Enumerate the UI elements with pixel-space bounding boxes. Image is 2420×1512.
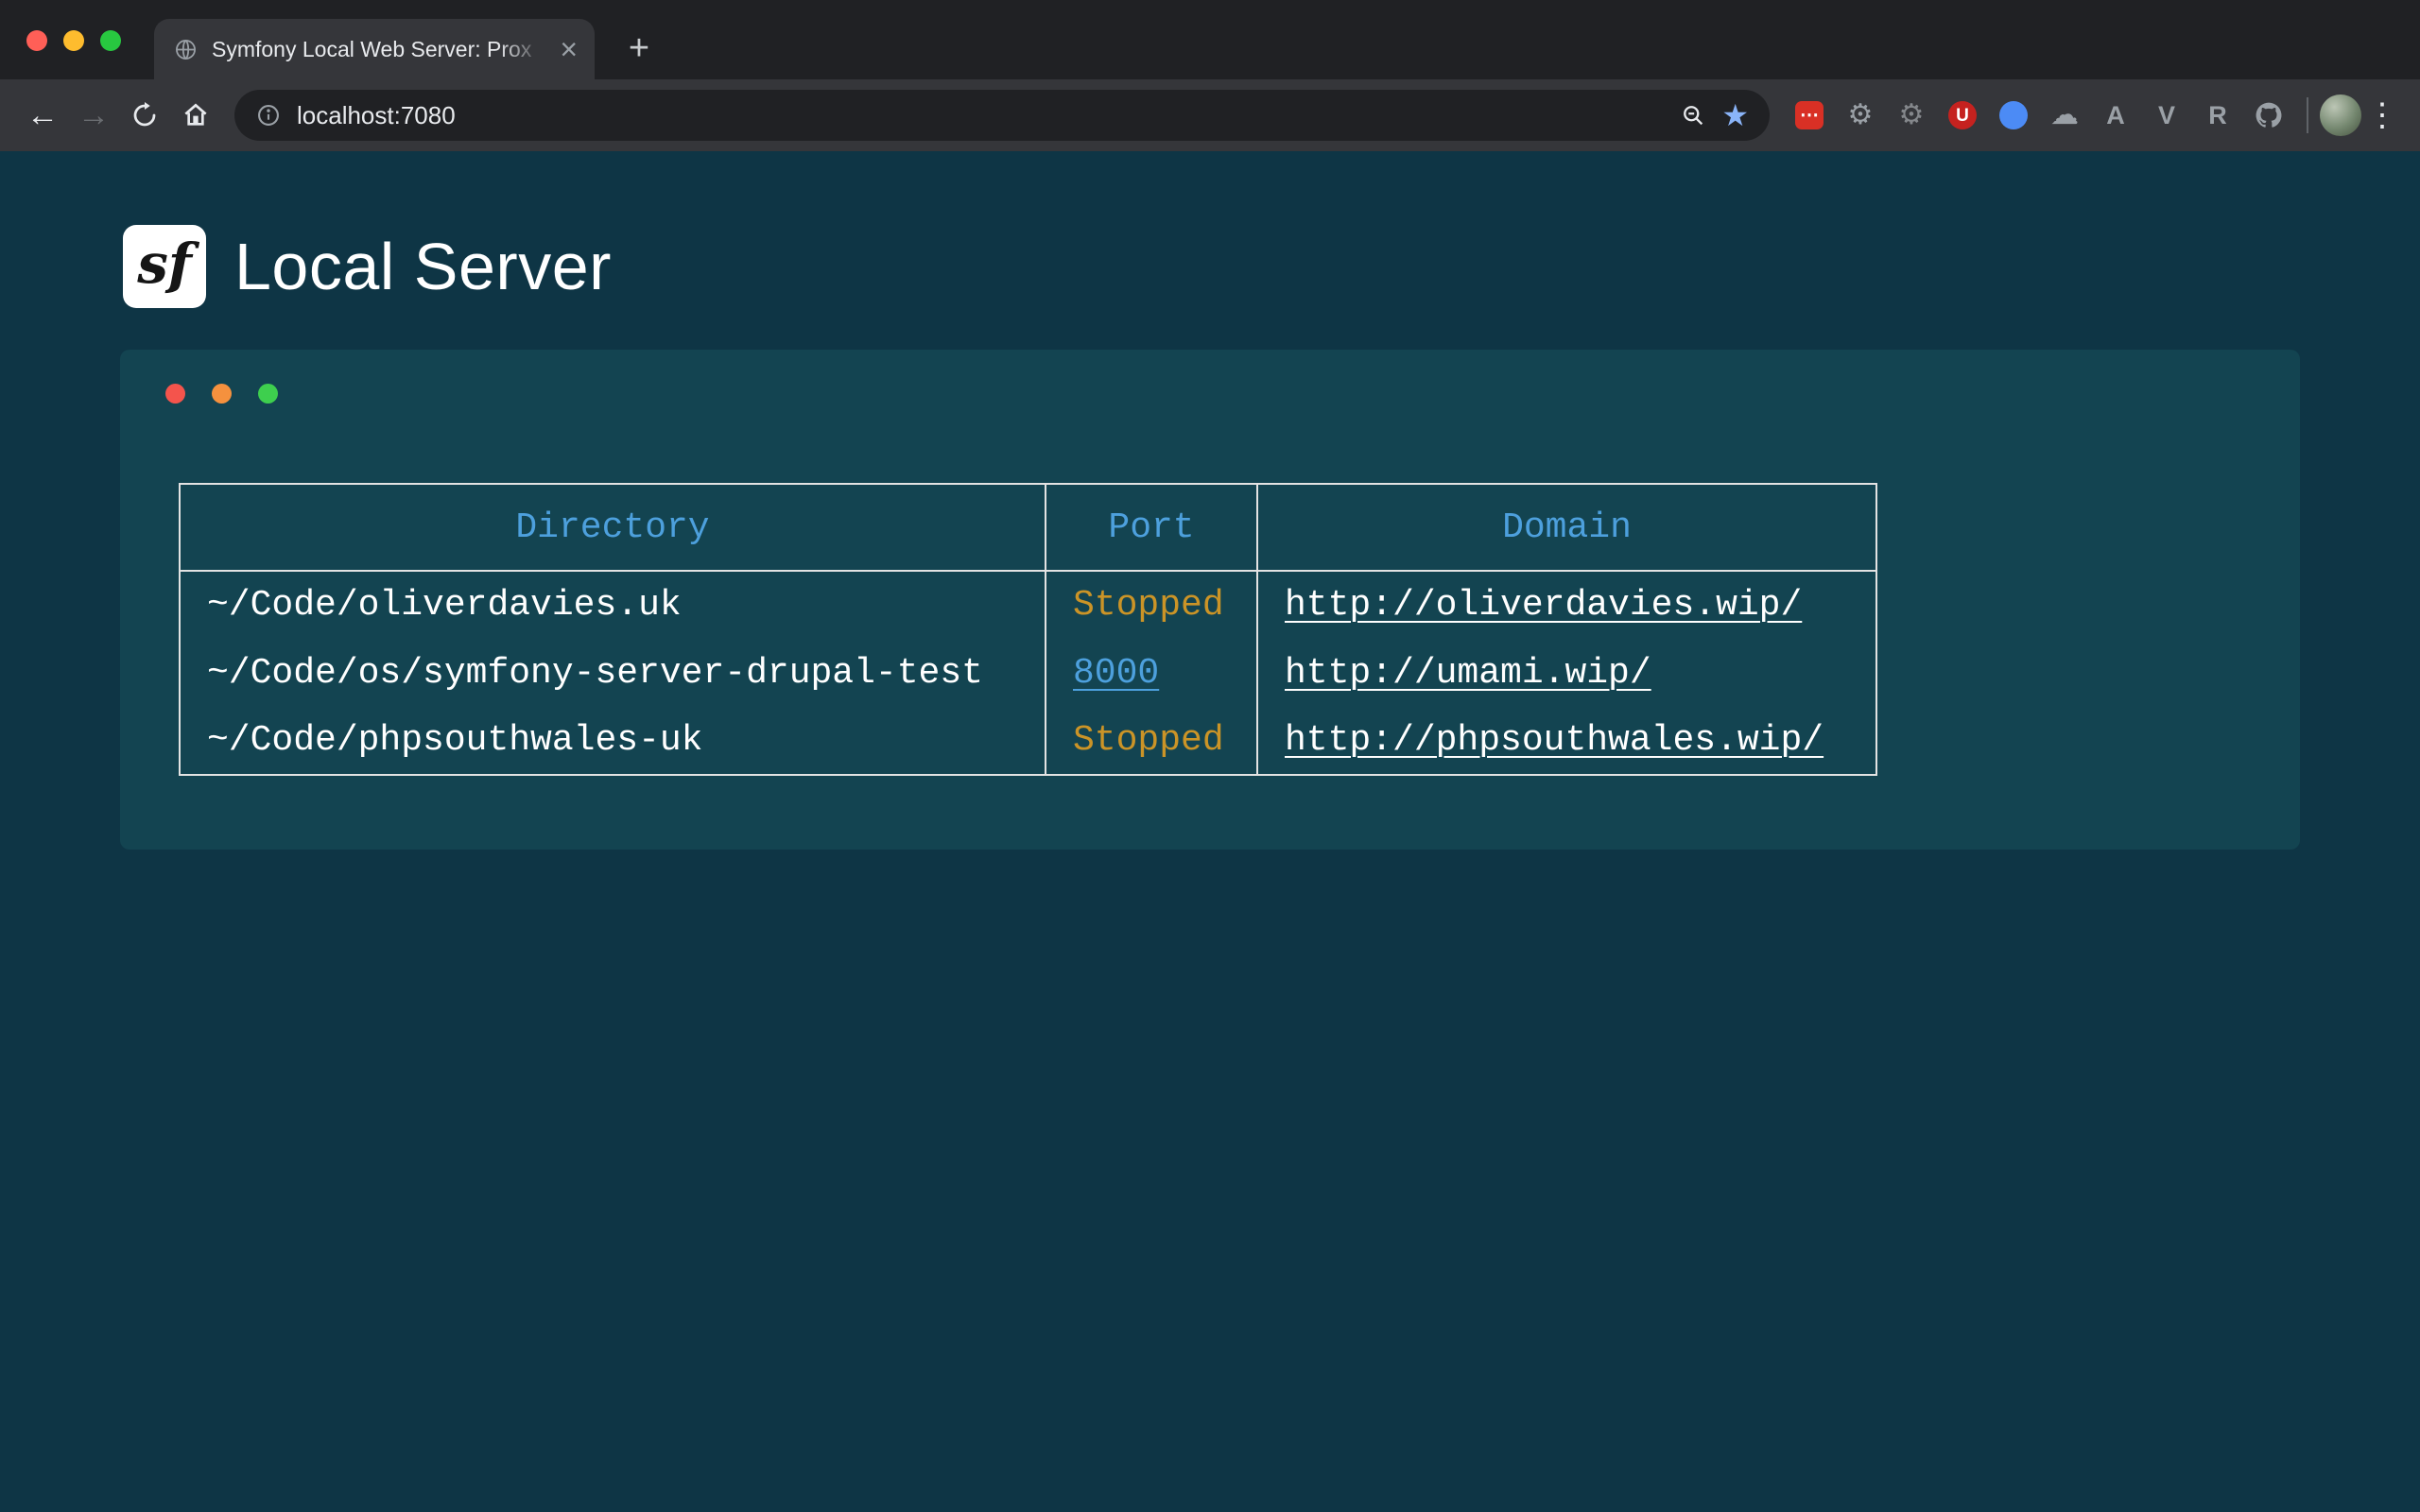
panel-window-dots xyxy=(165,384,2255,404)
home-icon-glyph xyxy=(181,100,211,130)
page-title: Local Server xyxy=(234,229,612,304)
brand-header: sf Local Server xyxy=(123,225,2420,308)
decorative-dot-orange xyxy=(212,384,232,404)
tab-title: Symfony Local Web Server: Prox xyxy=(212,37,544,62)
blue-circle-icon xyxy=(1999,101,2028,129)
letter-r-icon: R xyxy=(2208,103,2227,129)
address-bar[interactable]: localhost:7080 ★ xyxy=(234,90,1770,141)
bookmark-star-icon[interactable]: ★ xyxy=(1721,100,1749,130)
directory-cell: ~/Code/os/symfony-server-drupal-test xyxy=(180,639,1046,707)
window-minimize-button[interactable] xyxy=(63,30,84,51)
server-panel: Directory Port Domain ~/Code/oliverdavie… xyxy=(120,350,2300,850)
table-row: ~/Code/phpsouthwales-uk Stopped http://p… xyxy=(180,707,1876,775)
servers-table: Directory Port Domain ~/Code/oliverdavie… xyxy=(179,483,1877,776)
home-icon[interactable] xyxy=(170,90,221,141)
domain-cell: http://umami.wip/ xyxy=(1257,639,1876,707)
letter-a-extension-icon[interactable]: A xyxy=(2095,94,2136,136)
letter-v-extension-icon[interactable]: V xyxy=(2146,94,2187,136)
domain-link[interactable]: http://oliverdavies.wip/ xyxy=(1285,585,1802,626)
globe-favicon-icon xyxy=(173,37,199,62)
port-link[interactable]: 8000 xyxy=(1073,653,1159,694)
directory-cell: ~/Code/phpsouthwales-uk xyxy=(180,707,1046,775)
decorative-dot-red xyxy=(165,384,185,404)
table-row: ~/Code/oliverdavies.uk Stopped http://ol… xyxy=(180,571,1876,639)
page-content: sf Local Server Directory Port xyxy=(0,151,2420,850)
toolbar-separator xyxy=(2307,97,2308,133)
extensions-area: ⋯ ⚙ ⚙ U ☁ A V R xyxy=(1789,94,2290,136)
window-zoom-button[interactable] xyxy=(100,30,121,51)
port-cell: 8000 xyxy=(1046,639,1257,707)
forward-icon[interactable]: → xyxy=(68,90,119,141)
symfony-logo-glyph: sf xyxy=(137,232,192,296)
back-icon[interactable]: ← xyxy=(17,90,68,141)
browser-tab[interactable]: Symfony Local Web Server: Prox × xyxy=(154,19,595,79)
url-text[interactable]: localhost:7080 xyxy=(297,101,1665,130)
red-dots-icon: ⋯ xyxy=(1795,101,1824,129)
domain-cell: http://phpsouthwales.wip/ xyxy=(1257,707,1876,775)
domain-link[interactable]: http://umami.wip/ xyxy=(1285,653,1651,694)
letter-r-extension-icon[interactable]: R xyxy=(2197,94,2238,136)
cloud-icon: ☁ xyxy=(2050,101,2079,129)
site-info-icon[interactable] xyxy=(255,102,282,129)
column-header-directory: Directory xyxy=(180,484,1046,571)
ublock-icon: U xyxy=(1948,101,1977,129)
domain-cell: http://oliverdavies.wip/ xyxy=(1257,571,1876,639)
letter-a-icon: A xyxy=(2106,103,2125,129)
profile-avatar[interactable] xyxy=(2320,94,2361,136)
browser-menu-icon[interactable]: ⋮ xyxy=(2361,90,2403,141)
gear-icon: ⚙ xyxy=(1848,101,1874,129)
gear-dark-extension-icon[interactable]: ⚙ xyxy=(1891,94,1932,136)
browser-toolbar: ← → localhost:7080 xyxy=(0,79,2420,151)
window-close-button[interactable] xyxy=(26,30,47,51)
port-cell: Stopped xyxy=(1046,571,1257,639)
github-extension-icon[interactable] xyxy=(2248,94,2290,136)
window-controls xyxy=(26,30,121,51)
status-badge: Stopped xyxy=(1073,585,1224,626)
domain-link[interactable]: http://phpsouthwales.wip/ xyxy=(1285,720,1824,761)
blue-circle-extension-icon[interactable] xyxy=(1993,94,2034,136)
table-row: ~/Code/os/symfony-server-drupal-test 800… xyxy=(180,639,1876,707)
browser-window: Symfony Local Web Server: Prox × + ← → xyxy=(0,0,2420,850)
port-cell: Stopped xyxy=(1046,707,1257,775)
decorative-dot-green xyxy=(258,384,278,404)
gear-extension-icon[interactable]: ⚙ xyxy=(1840,94,1881,136)
zoom-icon[interactable] xyxy=(1680,102,1706,129)
cloud-extension-icon[interactable]: ☁ xyxy=(2044,94,2085,136)
octocat-icon xyxy=(2254,100,2284,130)
reload-icon-glyph xyxy=(130,101,159,129)
gear-icon: ⚙ xyxy=(1899,101,1925,129)
letter-v-icon: V xyxy=(2158,103,2175,129)
password-manager-extension-icon[interactable]: ⋯ xyxy=(1789,94,1830,136)
browser-titlebar: Symfony Local Web Server: Prox × + xyxy=(0,0,2420,79)
tab-close-icon[interactable]: × xyxy=(558,34,579,64)
reload-icon[interactable] xyxy=(119,90,170,141)
directory-cell: ~/Code/oliverdavies.uk xyxy=(180,571,1046,639)
ublock-extension-icon[interactable]: U xyxy=(1942,94,1983,136)
table-header-row: Directory Port Domain xyxy=(180,484,1876,571)
status-badge: Stopped xyxy=(1073,720,1224,761)
column-header-domain: Domain xyxy=(1257,484,1876,571)
new-tab-button[interactable]: + xyxy=(617,26,661,70)
symfony-logo: sf xyxy=(123,225,206,308)
column-header-port: Port xyxy=(1046,484,1257,571)
